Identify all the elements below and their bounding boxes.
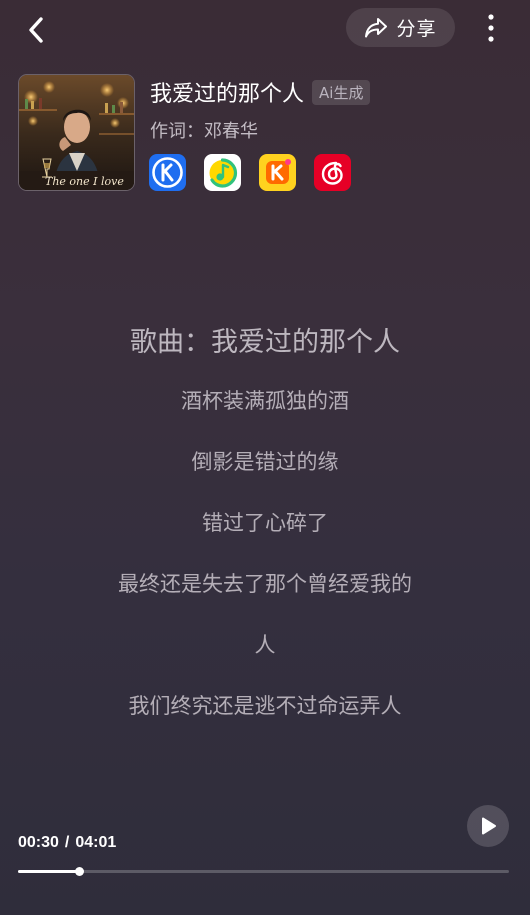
- kuwo-k-icon: [266, 159, 291, 184]
- lyric-line: 我们终究还是逃不过命运弄人: [128, 694, 402, 718]
- progress-bar[interactable]: [18, 867, 509, 876]
- kuwo-app-button[interactable]: [259, 154, 296, 191]
- play-button[interactable]: [467, 805, 509, 847]
- album-cover-image: The one I love: [19, 75, 134, 190]
- share-button[interactable]: 分享: [346, 8, 455, 47]
- chevron-left-icon: [29, 17, 43, 43]
- more-vertical-icon: [488, 14, 494, 42]
- qq-music-icon: [209, 158, 238, 188]
- song-title: 我爱过的那个人: [150, 82, 305, 107]
- song-title-row: 我爱过的那个人 Ai生成: [150, 77, 371, 107]
- share-arrow-icon: [365, 17, 388, 37]
- progress-fill: [18, 870, 80, 873]
- kugou-icon: [152, 157, 183, 188]
- ai-generated-badge: Ai生成: [312, 79, 371, 105]
- lyric-line: 倒影是错过的缘: [191, 450, 339, 474]
- share-label: 分享: [396, 18, 437, 40]
- lyric-line: 人: [254, 633, 276, 657]
- lyric-line: 错过了心碎了: [202, 511, 328, 535]
- cover-script-text: The one I love: [45, 175, 124, 188]
- lyrics-heading: 歌曲：我爱过的那个人: [130, 327, 400, 358]
- qq-music-app-button[interactable]: [204, 154, 241, 191]
- progress-handle[interactable]: [75, 867, 85, 876]
- current-time: 00:30: [18, 834, 59, 851]
- album-cover[interactable]: The one I love: [18, 74, 135, 191]
- play-icon: [482, 817, 496, 835]
- lyricist-credit: 作词：邓春华: [150, 121, 258, 142]
- total-duration: 04:01: [75, 834, 117, 851]
- netease-music-icon: [321, 161, 343, 185]
- playback-time: 00:30 / 04:01: [18, 834, 116, 852]
- netease-music-app-button[interactable]: [314, 154, 351, 191]
- kugou-app-button[interactable]: [149, 154, 186, 191]
- time-separator: /: [64, 834, 70, 851]
- lyric-line: 最终还是失去了那个曾经爱我的: [118, 572, 412, 596]
- back-button[interactable]: [18, 12, 54, 48]
- lyrics-panel: 歌曲：我爱过的那个人 酒杯装满孤独的酒 倒影是错过的缘 错过了心碎了 最终还是失…: [0, 320, 530, 751]
- platform-links: [149, 154, 351, 191]
- lyric-line: 酒杯装满孤独的酒: [181, 389, 349, 413]
- more-options-button[interactable]: [474, 10, 508, 46]
